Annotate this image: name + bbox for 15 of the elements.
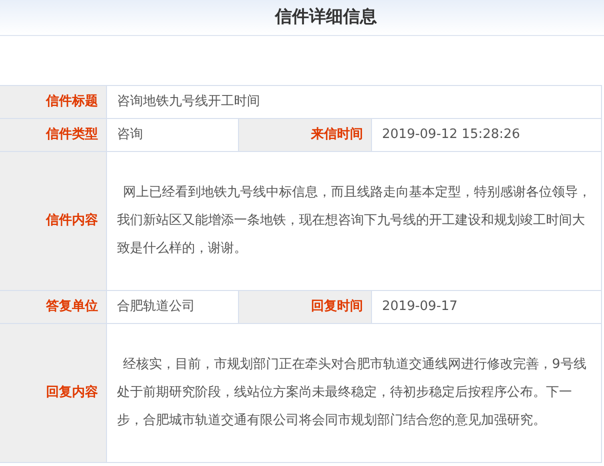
field-label: 信件类型 <box>0 119 107 152</box>
field-value: 2019-09-12 15:28:26 <box>372 119 602 152</box>
field-label: 信件内容 <box>0 152 107 291</box>
field-value: 合肥轨道公司 <box>107 291 239 324</box>
field-label: 来信时间 <box>239 119 372 152</box>
field-label: 回复时间 <box>239 291 372 324</box>
field-value: 2019-09-17 <box>372 291 602 324</box>
message-text: 经核实，目前，市规划部门正在牵头对合肥市轨道交通线网进行修改完善，9号线处于前期研究阶段，线站位方案尚未最终稳定，待初步稳定后按程序公布。下一步，合肥城市轨道交通有限公司将会同市规划部门结合您的意见加强研究。 <box>107 324 602 463</box>
field-label: 信件标题 <box>0 86 107 119</box>
field-label: 回复内容 <box>0 324 107 463</box>
field-value: 咨询 <box>107 119 239 152</box>
page-title: 信件详细信息 <box>275 6 377 29</box>
field-label: 答复单位 <box>0 291 107 324</box>
message-text: 网上已经看到地铁九号线中标信息，而且线路走向基本定型，特别感谢各位领导，我们新站区又能增添一条地铁，现在想咨询下九号线的开工建设和规划竣工时间大致是什么样的，谢谢。 <box>107 152 602 291</box>
field-value: 咨询地铁九号线开工时间 <box>107 86 602 119</box>
